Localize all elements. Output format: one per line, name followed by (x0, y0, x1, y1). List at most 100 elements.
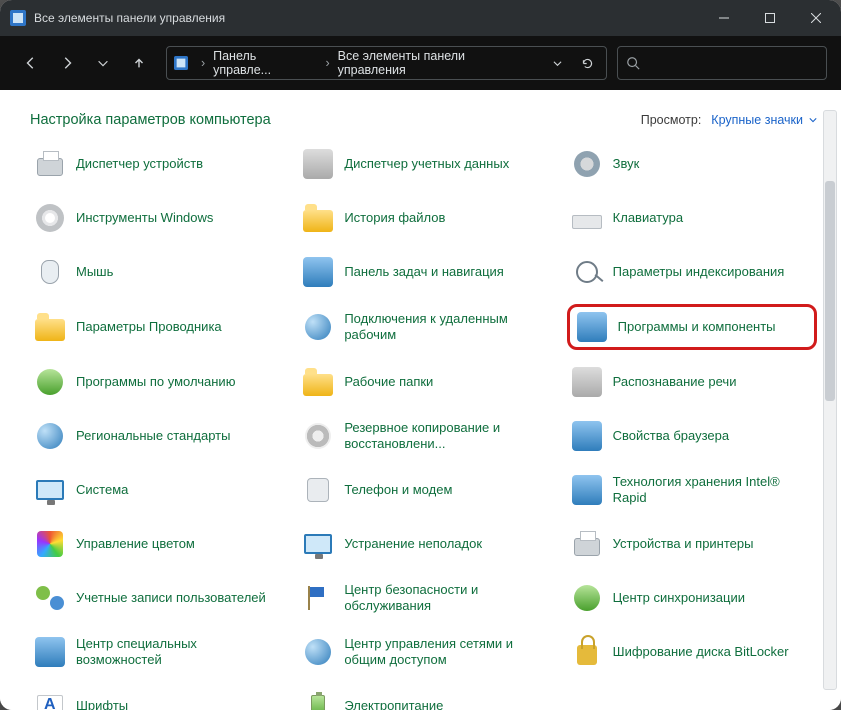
item-credential-manager-icon (302, 148, 334, 180)
item-remote-icon (302, 311, 334, 343)
breadcrumb-segment-2[interactable]: Все элементы панели управления (338, 49, 537, 77)
item-internet-options-icon (571, 420, 603, 452)
item-programs-icon (576, 311, 608, 343)
item-indexing-label: Параметры индексирования (613, 264, 785, 280)
item-power[interactable]: Электропитание (298, 684, 548, 710)
view-label: Просмотр: (641, 113, 702, 127)
titlebar: Все элементы панели управления (0, 0, 841, 36)
forward-button[interactable] (50, 46, 84, 80)
view-dropdown[interactable]: Крупные значки (711, 113, 817, 127)
item-default-programs-icon (34, 366, 66, 398)
item-bitlocker[interactable]: Шифрование диска BitLocker (567, 630, 817, 674)
address-bar[interactable]: › Панель управле... › Все элементы панел… (166, 46, 607, 80)
item-speech[interactable]: Распознавание речи (567, 360, 817, 404)
item-indexing-icon (571, 256, 603, 288)
item-region-label: Региональные стандарты (76, 428, 230, 444)
item-region-icon (34, 420, 66, 452)
item-color[interactable]: Управление цветом (30, 522, 280, 566)
item-user-accounts[interactable]: Учетные записи пользователей (30, 576, 280, 620)
item-devices-printers[interactable]: Устройства и принтеры (567, 522, 817, 566)
item-work-folders-label: Рабочие папки (344, 374, 433, 390)
item-security-center-label: Центр безопасности и обслуживания (344, 582, 544, 615)
item-device-manager-label: Диспетчер устройств (76, 156, 203, 172)
item-mouse[interactable]: Мышь (30, 250, 280, 294)
maximize-button[interactable] (747, 0, 793, 36)
item-system-label: Система (76, 482, 128, 498)
chevron-right-icon: › (197, 56, 209, 70)
item-windows-tools-label: Инструменты Windows (76, 210, 213, 226)
item-windows-tools[interactable]: Инструменты Windows (30, 196, 280, 240)
item-explorer-options[interactable]: Параметры Проводника (30, 304, 280, 350)
item-fonts-icon (34, 690, 66, 710)
search-icon (626, 56, 640, 70)
item-programs[interactable]: Программы и компоненты (567, 304, 817, 350)
item-color-icon (34, 528, 66, 560)
item-keyboard[interactable]: Клавиатура (567, 196, 817, 240)
item-troubleshoot[interactable]: Устранение неполадок (298, 522, 548, 566)
item-sync-center[interactable]: Центр синхронизации (567, 576, 817, 620)
item-backup[interactable]: Резервное копирование и восстановлени... (298, 414, 548, 458)
item-taskbar[interactable]: Панель задач и навигация (298, 250, 548, 294)
item-region[interactable]: Региональные стандарты (30, 414, 280, 458)
minimize-button[interactable] (701, 0, 747, 36)
item-speech-icon (571, 366, 603, 398)
item-devices-printers-label: Устройства и принтеры (613, 536, 754, 552)
toolbar: › Панель управле... › Все элементы панел… (0, 36, 841, 90)
item-device-manager-icon (34, 148, 66, 180)
item-bitlocker-label: Шифрование диска BitLocker (613, 644, 789, 660)
item-security-center-icon (302, 582, 334, 614)
item-system[interactable]: Система (30, 468, 280, 512)
item-mouse-icon (34, 256, 66, 288)
item-network-center-label: Центр управления сетями и общим доступом (344, 636, 544, 669)
item-default-programs-label: Программы по умолчанию (76, 374, 235, 390)
item-explorer-options-label: Параметры Проводника (76, 319, 222, 335)
item-keyboard-icon (571, 202, 603, 234)
item-user-accounts-label: Учетные записи пользователей (76, 590, 266, 606)
item-phone-modem[interactable]: Телефон и модем (298, 468, 548, 512)
address-dropdown[interactable] (544, 51, 570, 75)
view-selector: Просмотр: Крупные значки (641, 113, 817, 127)
item-file-history-icon (302, 202, 334, 234)
item-network-center[interactable]: Центр управления сетями и общим доступом (298, 630, 548, 674)
item-sync-center-icon (571, 582, 603, 614)
items-grid: Диспетчер устройств Диспетчер учетных дан… (30, 142, 817, 710)
vertical-scrollbar[interactable] (823, 110, 837, 690)
up-button[interactable] (122, 46, 156, 80)
item-security-center[interactable]: Центр безопасности и обслуживания (298, 576, 548, 620)
item-power-icon (302, 690, 334, 710)
item-sound-icon (571, 148, 603, 180)
search-bar[interactable] (617, 46, 827, 80)
content-header: Настройка параметров компьютера Просмотр… (30, 112, 817, 128)
item-sound[interactable]: Звук (567, 142, 817, 186)
close-button[interactable] (793, 0, 839, 36)
item-keyboard-label: Клавиатура (613, 210, 683, 226)
item-default-programs[interactable]: Программы по умолчанию (30, 360, 280, 404)
item-remote-label: Подключения к удаленным рабочим (344, 311, 544, 344)
chevron-down-icon (809, 116, 817, 124)
chevron-right-icon: › (321, 56, 333, 70)
item-power-label: Электропитание (344, 698, 443, 710)
item-fonts-label: Шрифты (76, 698, 128, 710)
item-credential-manager[interactable]: Диспетчер учетных данных (298, 142, 548, 186)
item-remote[interactable]: Подключения к удаленным рабочим (298, 304, 548, 350)
item-taskbar-icon (302, 256, 334, 288)
item-troubleshoot-icon (302, 528, 334, 560)
scrollbar-thumb[interactable] (825, 181, 835, 401)
breadcrumb-segment-1[interactable]: Панель управле... (213, 49, 317, 77)
item-sync-center-label: Центр синхронизации (613, 590, 745, 606)
item-fonts[interactable]: Шрифты (30, 684, 280, 710)
item-ease-access[interactable]: Центр специальных возможностей (30, 630, 280, 674)
item-file-history[interactable]: История файлов (298, 196, 548, 240)
item-indexing[interactable]: Параметры индексирования (567, 250, 817, 294)
item-phone-modem-icon (302, 474, 334, 506)
item-work-folders[interactable]: Рабочие папки (298, 360, 548, 404)
app-icon (10, 10, 26, 26)
recent-button[interactable] (86, 46, 120, 80)
item-device-manager[interactable]: Диспетчер устройств (30, 142, 280, 186)
back-button[interactable] (14, 46, 48, 80)
item-intel-rapid[interactable]: Технология хранения Intel® Rapid (567, 468, 817, 512)
item-internet-options[interactable]: Свойства браузера (567, 414, 817, 458)
refresh-button[interactable] (574, 51, 600, 75)
item-taskbar-label: Панель задач и навигация (344, 264, 504, 280)
item-sound-label: Звук (613, 156, 640, 172)
